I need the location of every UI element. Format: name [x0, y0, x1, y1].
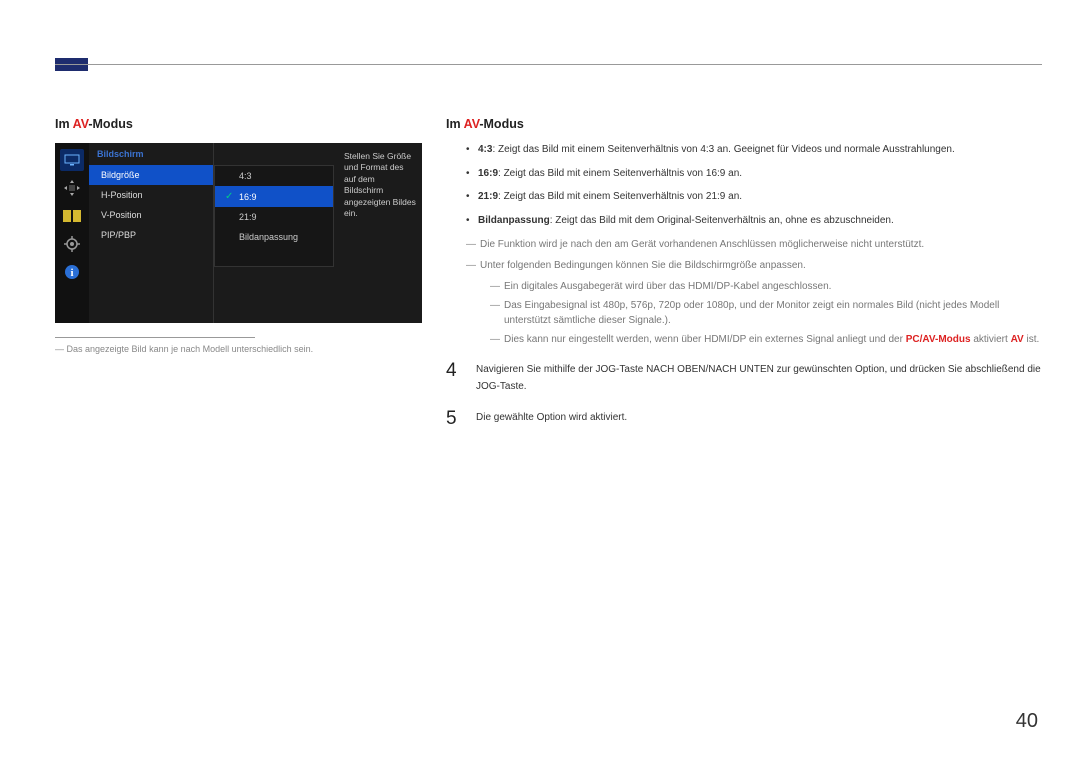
step-text: Navigieren Sie mithilfe der JOG-Taste NA… [476, 361, 1041, 395]
subnote: Ein digitales Ausgabegerät wird über das… [490, 279, 1041, 294]
layout-icon [60, 205, 84, 227]
check-icon: ✓ [225, 191, 234, 202]
osd-menu: Bildschirm Bildgröße H-Position V-Positi… [89, 143, 214, 323]
heading-accent: AV [464, 117, 480, 131]
info-icon: i [60, 261, 84, 283]
osd-screenshot: i Bildschirm Bildgröße H-Position V-Posi… [55, 143, 422, 323]
osd-help: Stellen Sie Größe und Format des auf dem… [338, 143, 422, 323]
monitor-icon [60, 149, 84, 171]
heading-post: -Modus [479, 117, 523, 131]
osd-sub-item: Bildanpassung [215, 227, 333, 247]
bullet-item: 16:9: Zeigt das Bild mit einem Seitenver… [466, 167, 1041, 182]
heading-post: -Modus [88, 117, 132, 131]
step-4: 4 Navigieren Sie mithilfe der JOG-Taste … [446, 361, 1041, 395]
step-number: 4 [446, 361, 462, 395]
osd-menu-item: V-Position [89, 205, 213, 225]
step-text: Die gewählte Option wird aktiviert. [476, 409, 1041, 428]
page-number: 40 [1016, 710, 1038, 733]
heading-accent: AV [73, 117, 89, 131]
note: Die Funktion wird je nach den am Gerät v… [466, 237, 1041, 252]
right-heading: Im AV-Modus [446, 117, 1041, 131]
step-number: 5 [446, 409, 462, 428]
osd-submenu: 4:3 ✓16:9 21:9 Bildanpassung [214, 165, 334, 267]
left-column: Im AV-Modus i Bildschirm Bildgröße H-Pos… [55, 117, 420, 354]
osd-sub-item: 4:3 [215, 166, 333, 186]
left-heading: Im AV-Modus [55, 117, 420, 131]
osd-menu-item: H-Position [89, 185, 213, 205]
arrows-icon [60, 177, 84, 199]
note: Unter folgenden Bedingungen können Sie d… [466, 258, 1041, 273]
osd-iconbar: i [55, 143, 89, 323]
bullet-item: 4:3: Zeigt das Bild mit einem Seitenverh… [466, 143, 1041, 158]
heading-pre: Im [55, 117, 73, 131]
osd-menu-item: PIP/PBP [89, 225, 213, 245]
subnote: Das Eingabesignal ist 480p, 576p, 720p o… [490, 298, 1041, 328]
bullet-item: Bildanpassung: Zeigt das Bild mit dem Or… [466, 214, 1041, 229]
bullet-list: 4:3: Zeigt das Bild mit einem Seitenverh… [466, 143, 1041, 228]
osd-sub-item: 21:9 [215, 207, 333, 227]
osd-menu-header: Bildschirm [89, 143, 213, 165]
svg-text:i: i [70, 267, 73, 279]
bullet-item: 21:9: Zeigt das Bild mit einem Seitenver… [466, 190, 1041, 205]
gear-icon [60, 233, 84, 255]
osd-menu-item: Bildgröße [89, 165, 213, 185]
step-5: 5 Die gewählte Option wird aktiviert. [446, 409, 1041, 428]
subnote: Dies kann nur eingestellt werden, wenn ü… [490, 332, 1041, 347]
right-column: Im AV-Modus 4:3: Zeigt das Bild mit eine… [446, 117, 1041, 436]
heading-pre: Im [446, 117, 464, 131]
caption-rule [55, 337, 255, 338]
header-rule [55, 64, 1042, 65]
osd-sub-item: ✓16:9 [215, 186, 333, 207]
image-caption: Das angezeigte Bild kann je nach Modell … [55, 344, 420, 354]
